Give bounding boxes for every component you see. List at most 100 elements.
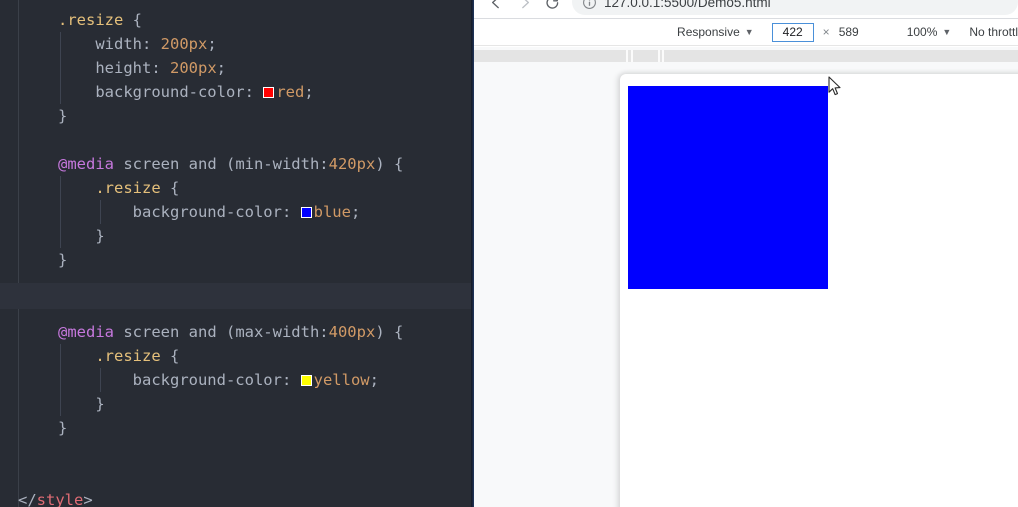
- code-token: }: [95, 395, 105, 413]
- code-editor-pane[interactable]: .resize { width: 200px; height: 200px; b…: [0, 0, 474, 507]
- code-token: ;: [369, 371, 379, 389]
- code-token: .resize: [95, 179, 161, 197]
- code-token: yellow: [313, 371, 370, 389]
- reload-icon[interactable]: [538, 0, 566, 16]
- chevron-down-icon: ▼: [942, 26, 952, 37]
- device-preset-dropdown[interactable]: Responsive ▼: [677, 25, 754, 39]
- back-icon[interactable]: [482, 0, 510, 16]
- app-root: .resize { width: 200px; height: 200px; b…: [0, 0, 1018, 507]
- code-token: }: [58, 419, 68, 437]
- indent-marker: [60, 80, 61, 104]
- code-token: background-color:: [132, 203, 292, 221]
- code-token: 400px: [328, 323, 376, 341]
- code-token: {: [160, 179, 180, 197]
- code-token: }: [58, 107, 68, 125]
- code-line: }: [0, 248, 474, 272]
- indent-marker: [60, 56, 61, 80]
- code-token: background-color:: [95, 83, 254, 101]
- code-line: .resize {: [0, 176, 474, 200]
- throttling-label: No throttl: [969, 25, 1018, 39]
- ruler-bar: [474, 50, 1018, 62]
- code-line: height: 200px;: [0, 56, 474, 80]
- code-line: </style>: [0, 488, 474, 507]
- code-token: {: [160, 347, 180, 365]
- viewport-width-input[interactable]: 422: [771, 22, 814, 42]
- color-swatch-icon: [300, 207, 312, 218]
- forward-icon[interactable]: [510, 0, 538, 16]
- code-token: </: [18, 491, 37, 507]
- browser-window: 127.0.0.1:5500/Demo5.html Responsive ▼ 4…: [474, 0, 1018, 507]
- code-token: ;: [207, 35, 217, 53]
- code-line: }: [0, 392, 474, 416]
- address-bar[interactable]: 127.0.0.1:5500/Demo5.html: [572, 0, 1018, 15]
- code-token: 200px: [151, 35, 208, 53]
- indent-marker: [60, 32, 61, 56]
- code-token: >: [83, 491, 93, 507]
- network-throttling-dropdown[interactable]: No throttl: [969, 25, 1018, 39]
- code-line: .resize {: [0, 8, 474, 32]
- indent-marker: [60, 224, 61, 248]
- code-line: }: [0, 224, 474, 248]
- code-token: screen and (max-width:: [114, 323, 329, 341]
- code-token: ) {: [375, 155, 404, 173]
- code-line: background-color: blue;: [0, 200, 474, 224]
- code-token: background-color:: [132, 371, 292, 389]
- indent-marker: [60, 344, 61, 368]
- indent-marker: [100, 368, 101, 392]
- code-token: style: [36, 491, 84, 507]
- rendered-page: [628, 86, 1018, 507]
- code-token: ;: [216, 59, 226, 77]
- code-token: .resize: [58, 11, 124, 29]
- code-token: screen and (min-width:: [114, 155, 329, 173]
- indent-marker: [100, 200, 101, 224]
- code-token: blue: [313, 203, 351, 221]
- code-token: {: [123, 11, 142, 29]
- code-token: ;: [350, 203, 361, 221]
- ruler-tick: [662, 50, 664, 62]
- code-token: ) {: [375, 323, 404, 341]
- code-line: background-color: yellow;: [0, 368, 474, 392]
- code-text[interactable]: .resize { width: 200px; height: 200px; b…: [0, 0, 474, 507]
- code-token: }: [58, 251, 68, 269]
- ruler-tick: [658, 50, 660, 62]
- zoom-label: 100%: [906, 25, 938, 39]
- resize-box: [628, 86, 828, 289]
- code-token: }: [95, 227, 105, 245]
- ruler-tick: [626, 50, 628, 62]
- device-frame: [620, 74, 1018, 507]
- device-viewport-area: [474, 64, 1018, 507]
- code-line: .resize {: [0, 344, 474, 368]
- viewport-ruler[interactable]: [474, 47, 1018, 64]
- code-token: red: [276, 83, 305, 101]
- viewport-height-input[interactable]: 589: [839, 25, 875, 39]
- code-token: @media: [58, 323, 114, 341]
- zoom-dropdown[interactable]: 100% ▼: [907, 25, 952, 39]
- chevron-down-icon: ▼: [744, 26, 754, 37]
- code-token: width:: [95, 35, 152, 53]
- url-text: 127.0.0.1:5500/Demo5.html: [604, 0, 771, 10]
- indent-marker: [60, 200, 61, 224]
- code-line: background-color: red;: [0, 80, 474, 104]
- code-token: ;: [304, 83, 314, 101]
- code-token: 420px: [328, 155, 376, 173]
- indent-marker: [60, 176, 61, 200]
- color-swatch-icon: [263, 87, 275, 98]
- code-line: }: [0, 416, 474, 440]
- indent-marker: [60, 392, 61, 416]
- site-info-icon[interactable]: [582, 0, 597, 10]
- browser-nav-bar: 127.0.0.1:5500/Demo5.html: [474, 0, 1018, 18]
- color-swatch-icon: [300, 375, 312, 386]
- device-emulation-toolbar: Responsive ▼ 422 × 589 100% ▼ No throttl: [474, 19, 1018, 46]
- ruler-tick: [631, 50, 633, 62]
- code-line: width: 200px;: [0, 32, 474, 56]
- dimension-separator: ×: [822, 25, 830, 39]
- device-preset-label: Responsive: [677, 25, 740, 39]
- code-token: .resize: [95, 347, 161, 365]
- code-token: @media: [58, 155, 114, 173]
- code-token: height:: [95, 59, 161, 77]
